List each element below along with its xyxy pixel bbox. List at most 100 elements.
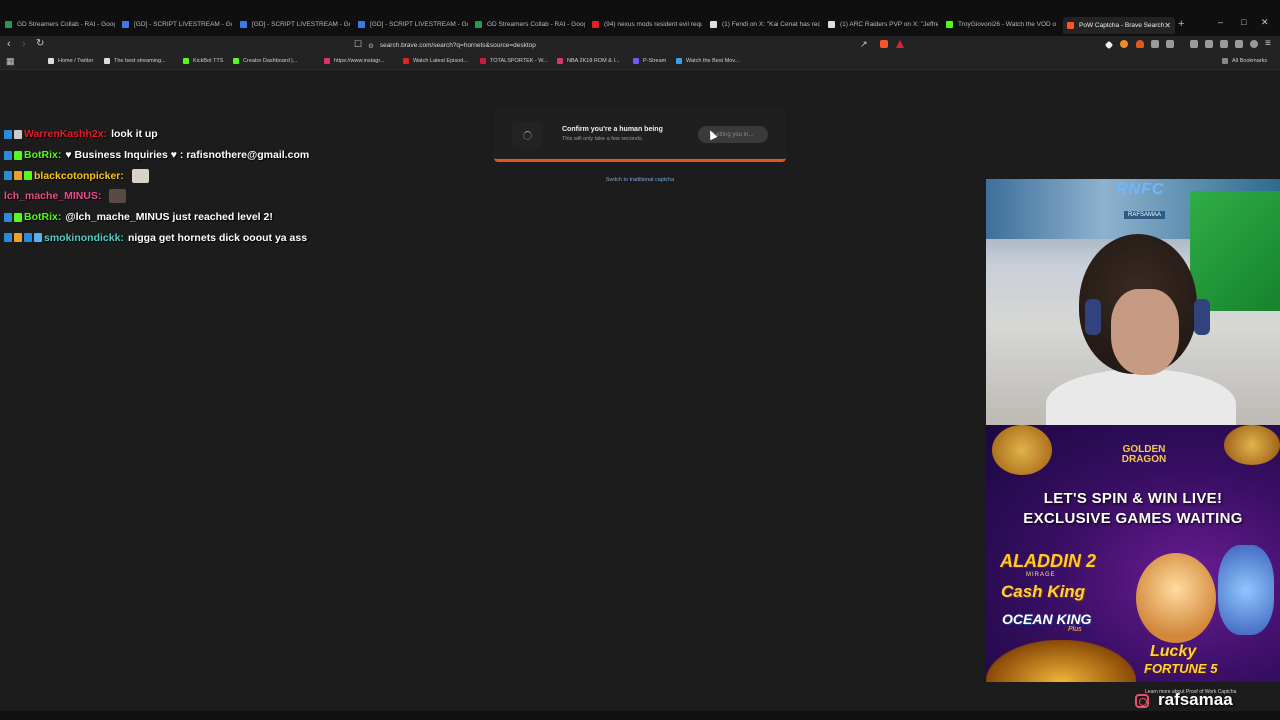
- tab[interactable]: GD Streamers Collab - RAI - Googl: [475, 16, 585, 33]
- chat-username[interactable]: blackcotonpicker:: [34, 170, 124, 182]
- ad-game-cashking: Cash King: [1001, 582, 1086, 601]
- brave-shields-icon[interactable]: [880, 40, 888, 48]
- bookmark-label: NBA 2K18 ROM & I...: [567, 58, 620, 64]
- x-icon: [710, 21, 717, 28]
- bookmark-favicon-icon: [183, 58, 189, 64]
- chat-username[interactable]: smokinondickk:: [44, 232, 124, 244]
- bookmark-item[interactable]: KickBot TTS: [183, 58, 223, 64]
- bookmark-label: Watch the Best Mov...: [686, 58, 740, 64]
- chat-badge-icon: [4, 212, 12, 222]
- bookmark-favicon-icon: [633, 58, 639, 64]
- tab[interactable]: [GD] - SCRIPT LIVESTREAM - Goog: [240, 16, 350, 33]
- forward-button[interactable]: ›: [22, 38, 26, 50]
- tab[interactable]: GD Streamers Collab - RAI - Googl: [5, 16, 115, 33]
- sheets-icon: [475, 21, 482, 28]
- all-bookmarks-button[interactable]: All Bookmarks: [1222, 58, 1267, 64]
- bookmark-item[interactable]: Watch the Best Mov...: [676, 58, 739, 64]
- ad-game-oceanking-sub: Plus: [1068, 626, 1082, 633]
- x-icon: [828, 21, 835, 28]
- bookmark-item[interactable]: NBA 2K18 ROM & I...: [557, 58, 620, 64]
- media-icon[interactable]: [1190, 40, 1198, 48]
- bookmark-item[interactable]: Creator Dashboard |...: [233, 58, 297, 64]
- address-bar[interactable]: ⚙ search.brave.com/search?q=hornets&sour…: [368, 39, 908, 52]
- dragon-left-image: [992, 425, 1052, 475]
- bookmark-item[interactable]: TOTALSPORTEK - W...: [480, 58, 548, 64]
- ad-game-aladdin: ALADDIN 2: [1000, 551, 1097, 571]
- docs-icon: [358, 21, 365, 28]
- tab-title: (1) ARC Raiders PVP on X: "Jeffrey: [840, 21, 938, 28]
- bookmark-page-icon[interactable]: ☐: [354, 39, 362, 50]
- chat-badge-icon: [4, 233, 12, 243]
- chat-badge-icon: [14, 171, 22, 181]
- ad-buddha-image: [1136, 553, 1216, 643]
- leo-icon[interactable]: [1235, 40, 1243, 48]
- bookmark-favicon-icon: [676, 58, 682, 64]
- bookmark-item[interactable]: The best streaming...: [104, 58, 166, 64]
- bookmark-label: TOTALSPORTEK - W...: [490, 58, 548, 64]
- share-icon[interactable]: ↗: [860, 39, 868, 50]
- new-tab-button[interactable]: +: [1178, 18, 1184, 30]
- ad-game-oceanking: OCEAN KING: [1002, 611, 1092, 627]
- extension-fox-icon[interactable]: [1120, 40, 1128, 48]
- chat-username[interactable]: BotRix:: [24, 211, 61, 223]
- menu-icon[interactable]: ≡: [1265, 38, 1271, 49]
- chat-message: smokinondickk: nigga get hornets dick ooo…: [4, 227, 424, 248]
- tab[interactable]: (1) Fendi on X: "Kai Cenat has req: [710, 16, 820, 33]
- all-bookmarks-label: All Bookmarks: [1232, 58, 1268, 64]
- apps-grid-icon[interactable]: ▦: [6, 56, 15, 67]
- webcam-banner: RAFSAMAA: [1124, 211, 1166, 219]
- vpn-icon[interactable]: [1250, 40, 1258, 48]
- streamer-face: [1111, 289, 1179, 375]
- minimize-button[interactable]: –: [1218, 17, 1223, 27]
- streamer-handle: rafsamaa: [1158, 690, 1233, 709]
- chat-emote-icon: [131, 168, 149, 183]
- taskbar: [0, 711, 1280, 720]
- back-button[interactable]: ‹: [7, 38, 11, 50]
- switch-captcha-link[interactable]: Switch to traditional captcha: [600, 177, 680, 183]
- reload-button[interactable]: ↻: [36, 38, 44, 49]
- instagram-icon: [1135, 694, 1149, 708]
- docs-icon: [240, 21, 247, 28]
- tab-title: [GD] - SCRIPT LIVESTREAM - Goog: [370, 21, 468, 28]
- chat-username[interactable]: WarrenKashh2x:: [24, 128, 107, 140]
- sidebar-icon[interactable]: [1205, 40, 1213, 48]
- ad-game-lucky: Lucky: [1150, 643, 1197, 660]
- maximize-button[interactable]: □: [1241, 17, 1246, 27]
- bookmark-item[interactable]: Home / Twitter: [48, 58, 93, 64]
- extension-gear-icon[interactable]: [1151, 40, 1159, 48]
- chat-badge-icon: [24, 233, 32, 243]
- close-tab-icon[interactable]: ✕: [1164, 21, 1171, 30]
- captcha-title: Confirm you're a human being: [562, 126, 663, 133]
- sheets-icon: [5, 21, 12, 28]
- tab[interactable]: [GD] - SCRIPT LIVESTREAM - Goog: [358, 16, 468, 33]
- brave-icon: [1067, 22, 1074, 29]
- bookmark-item[interactable]: P-Stream: [633, 58, 666, 64]
- bookmark-label: https://www.instagr...: [334, 58, 385, 64]
- chat-username[interactable]: BotRix:: [24, 149, 61, 161]
- chat-badge-icon: [14, 212, 22, 222]
- tab[interactable]: [GD] - SCRIPT LIVESTREAM - Goog: [122, 16, 232, 33]
- chat-badge-icon: [4, 150, 12, 160]
- folder-icon: [1222, 58, 1228, 64]
- extension-box-icon[interactable]: [1166, 40, 1174, 48]
- ad-genie-image: [1218, 545, 1274, 635]
- bookmark-item[interactable]: Watch Latest Episod...: [403, 58, 468, 64]
- tab-title: GD Streamers Collab - RAI - Googl: [487, 21, 585, 28]
- docs-icon: [122, 21, 129, 28]
- bookmark-label: KickBot TTS: [193, 58, 224, 64]
- wallet-icon[interactable]: [1220, 40, 1228, 48]
- tab-title: [GD] - SCRIPT LIVESTREAM - Goog: [134, 21, 232, 28]
- tab[interactable]: (94) nexus mods resident evil requ: [592, 16, 702, 33]
- chat-username[interactable]: lch_mache_MINUS:: [4, 190, 101, 202]
- chat-message: BotRix: @lch_mache_MINUS just reached lev…: [4, 207, 424, 228]
- dragon-right-image: [1224, 425, 1280, 465]
- captcha-card: Confirm you're a human being This will o…: [494, 108, 786, 162]
- close-window-button[interactable]: ✕: [1261, 17, 1269, 28]
- tab-title: (1) Fendi on X: "Kai Cenat has req: [722, 21, 820, 28]
- tab[interactable]: (1) ARC Raiders PVP on X: "Jeffrey: [828, 16, 938, 33]
- extension-drop-icon[interactable]: [1136, 40, 1144, 48]
- bookmark-item[interactable]: https://www.instagr...: [324, 58, 384, 64]
- tab[interactable]: PoW Captcha - Brave Search ✕: [1063, 17, 1175, 34]
- site-settings-icon[interactable]: ⚙: [368, 42, 374, 50]
- tab[interactable]: TroyGiovoni26 - Watch the VOD on: [946, 16, 1056, 33]
